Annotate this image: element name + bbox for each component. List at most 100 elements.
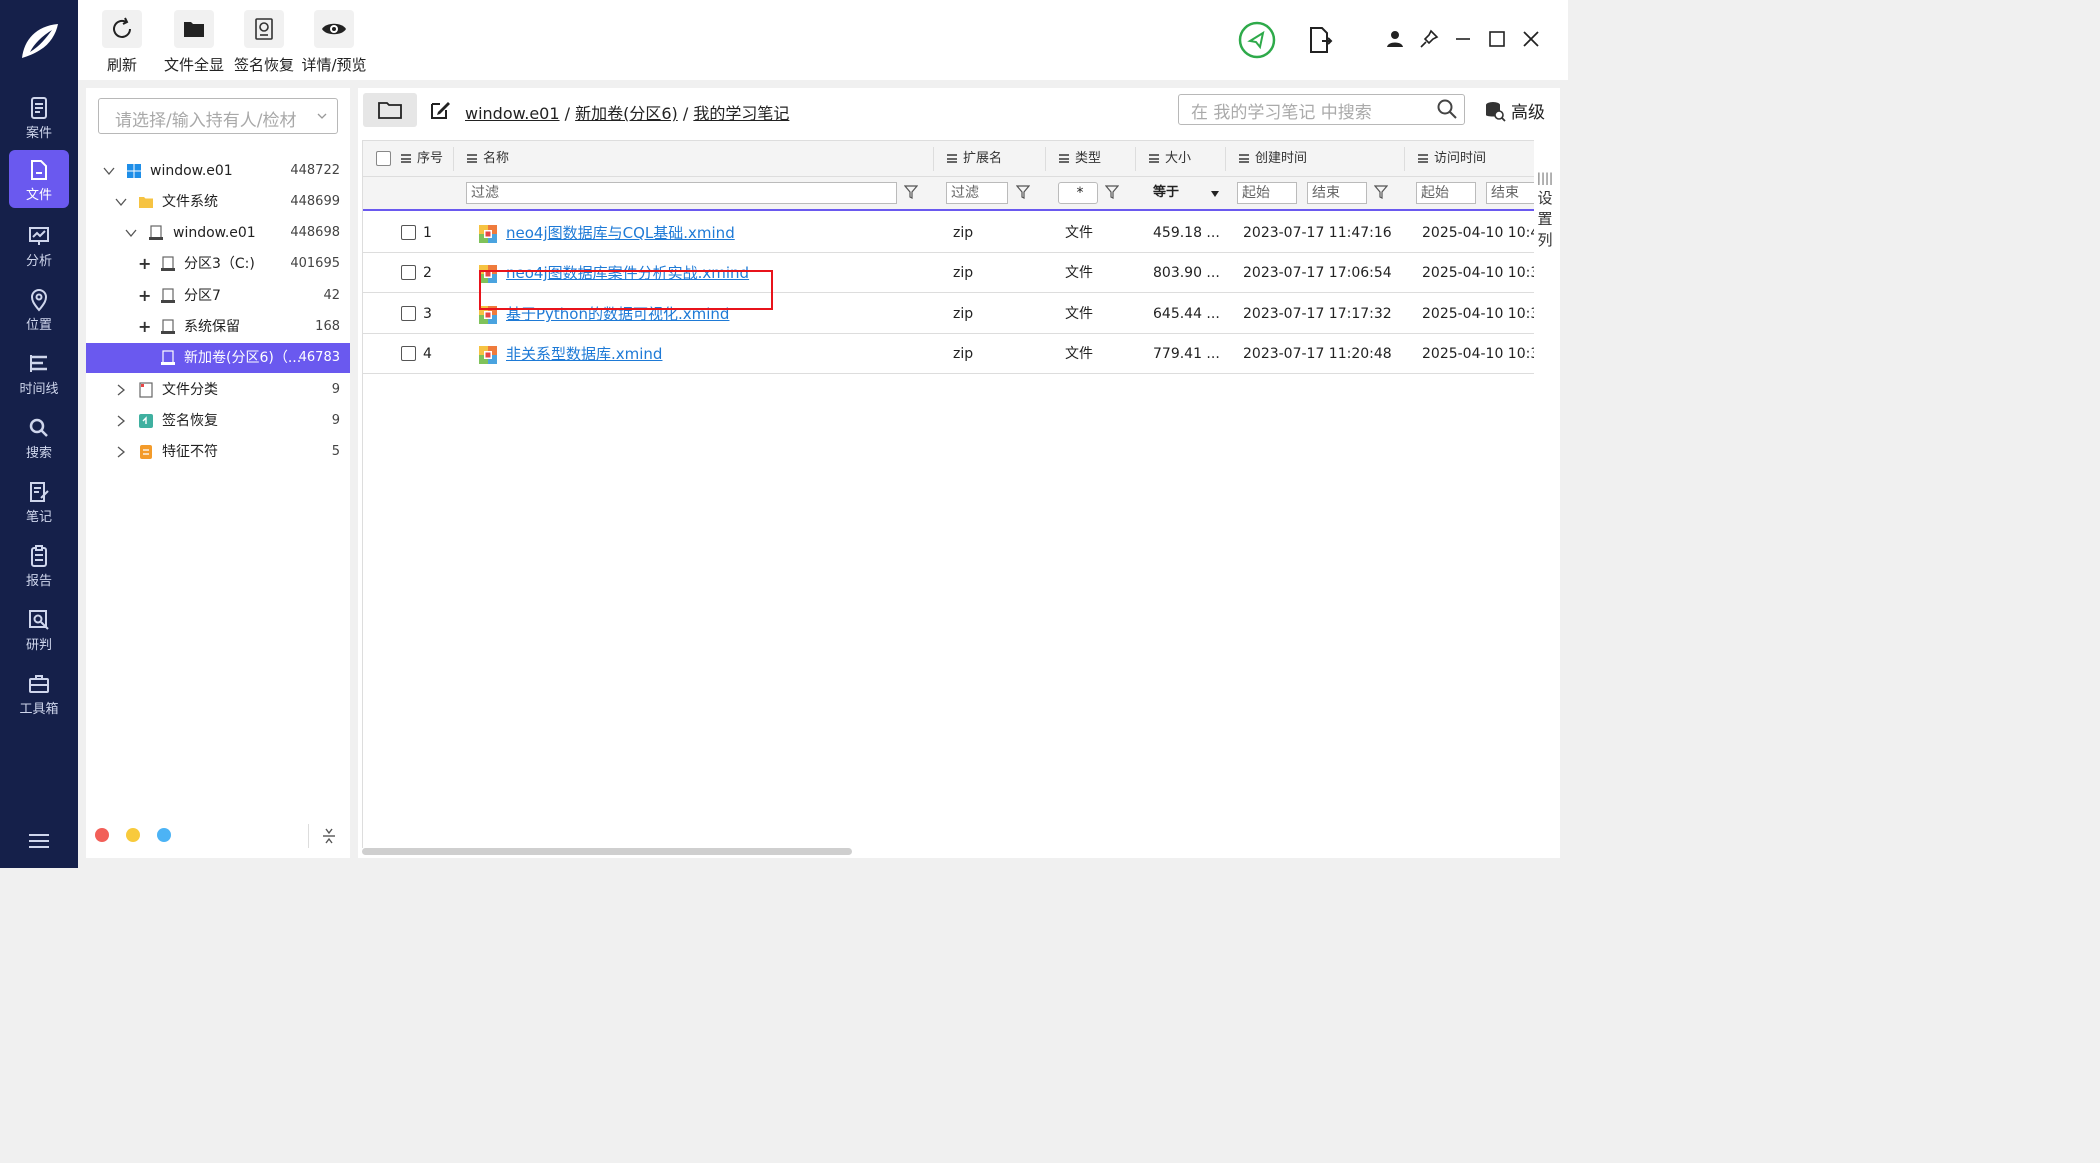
menu-icon[interactable]: [28, 832, 50, 850]
tree-node-label: window.e01: [173, 225, 256, 241]
maximize-icon[interactable]: [1486, 28, 1508, 50]
nav-label: 笔记: [25, 510, 52, 525]
nav-item-search[interactable]: 搜索: [9, 408, 69, 466]
nav-item-case[interactable]: 案件: [9, 88, 69, 146]
tree-node-system-reserved[interactable]: + 系统保留 168: [86, 312, 350, 342]
signature-recover-label: 签名恢复: [233, 56, 294, 74]
filter-icon[interactable]: [1374, 185, 1388, 199]
signature-recover-button[interactable]: 签名恢复: [228, 10, 300, 75]
column-header-ext[interactable]: 扩展名: [947, 141, 1002, 177]
search-icon[interactable]: [1436, 98, 1458, 120]
row-checkbox[interactable]: [401, 225, 416, 240]
nav-item-location[interactable]: 位置: [9, 280, 69, 338]
minimize-icon[interactable]: [1452, 28, 1474, 50]
file-name-link[interactable]: 非关系型数据库.xmind: [506, 345, 662, 363]
show-all-files-button[interactable]: 文件全显: [158, 10, 230, 75]
row-created: 2023-07-17 17:06:54: [1243, 265, 1392, 281]
disk-icon: [161, 256, 175, 271]
expand-plus-icon[interactable]: +: [138, 319, 152, 335]
pin-icon[interactable]: [1418, 28, 1440, 50]
nav-item-file[interactable]: 文件: [9, 150, 69, 208]
column-header-no[interactable]: 序号: [401, 141, 443, 177]
expand-plus-icon[interactable]: +: [138, 256, 152, 272]
expand-plus-icon[interactable]: +: [138, 288, 152, 304]
nav-item-toolbox[interactable]: 工具箱: [9, 664, 69, 722]
access-end-input[interactable]: 结束: [1486, 182, 1534, 204]
timeline-icon: [30, 355, 47, 372]
nav-item-report[interactable]: 报告: [9, 536, 69, 594]
tree-node-disk-window-e01[interactable]: window.e01 448698: [86, 218, 350, 248]
row-checkbox[interactable]: [401, 306, 416, 321]
table-row[interactable]: 4 非关系型数据库.xmind zip 文件 779.41 ... 2023-07-17 …: [363, 334, 1534, 374]
tree-node-window-e01[interactable]: window.e01 448722: [86, 156, 350, 186]
column-divider[interactable]: [1225, 147, 1226, 171]
refresh-label: 刷新: [106, 56, 137, 74]
file-icon: [31, 160, 47, 180]
red-dot-icon[interactable]: [95, 828, 109, 842]
file-name-link[interactable]: neo4j图数据库与CQL基础.xmind: [506, 224, 735, 242]
tree-node-signature-mismatch[interactable]: 特征不符 5: [86, 437, 350, 467]
type-filter-select[interactable]: *: [1058, 182, 1098, 204]
tree-node-file-system[interactable]: 文件系统 448699: [86, 187, 350, 217]
column-divider[interactable]: [1404, 147, 1405, 171]
collapse-all-icon[interactable]: [322, 826, 336, 846]
set-columns-button[interactable]: |||| 设置列: [1536, 168, 1554, 251]
chevron-right-icon[interactable]: [114, 414, 128, 428]
caret-down-icon[interactable]: [1211, 191, 1219, 197]
holder-select-input[interactable]: 请选择/输入持有人/检材: [98, 98, 338, 134]
select-all-checkbox[interactable]: [376, 151, 391, 166]
column-header-size[interactable]: 大小: [1149, 141, 1191, 177]
size-operator-select[interactable]: 等于: [1153, 182, 1179, 204]
tree-node-partition3[interactable]: + 分区3（C:) 401695: [86, 249, 350, 279]
refresh-button[interactable]: 刷新: [100, 10, 144, 75]
row-checkbox[interactable]: [401, 265, 416, 280]
table-row[interactable]: 1 neo4j图数据库与CQL基础.xmind zip 文件 459.18 ... 202…: [363, 213, 1534, 253]
ext-filter-input[interactable]: 过滤: [946, 182, 1008, 204]
close-icon[interactable]: [1520, 28, 1542, 50]
row-checkbox[interactable]: [401, 346, 416, 361]
user-icon[interactable]: [1384, 28, 1406, 50]
edit-path-icon[interactable]: [428, 98, 452, 122]
horizontal-scrollbar[interactable]: [362, 848, 852, 855]
chevron-down-icon[interactable]: [124, 226, 138, 240]
chevron-down-icon[interactable]: [102, 164, 116, 178]
filter-icon[interactable]: [904, 185, 918, 199]
column-divider[interactable]: [1045, 147, 1046, 171]
yellow-dot-icon[interactable]: [126, 828, 140, 842]
tree-node-signature-recover[interactable]: 签名恢复 9: [86, 406, 350, 436]
column-divider[interactable]: [933, 147, 934, 171]
column-header-accessed[interactable]: 访问时间: [1418, 141, 1486, 177]
nav-item-judge[interactable]: 研判: [9, 600, 69, 658]
name-filter-input[interactable]: 过滤: [466, 182, 897, 204]
row-type: 文件: [1065, 306, 1093, 322]
column-divider[interactable]: [1135, 147, 1136, 171]
column-header-type[interactable]: 类型: [1059, 141, 1101, 177]
status-shield-icon[interactable]: [1238, 21, 1276, 59]
breadcrumb-item[interactable]: window.e01: [465, 104, 560, 123]
breadcrumb-item[interactable]: 我的学习笔记: [693, 104, 789, 123]
folder-search-input[interactable]: 在 我的学习笔记 中搜索: [1178, 94, 1465, 125]
column-header-name[interactable]: 名称: [467, 141, 509, 177]
folder-view-button[interactable]: [363, 93, 417, 127]
export-file-icon[interactable]: [1308, 26, 1334, 54]
created-start-input[interactable]: 起始: [1237, 182, 1297, 204]
column-divider[interactable]: [453, 147, 454, 171]
breadcrumb-item[interactable]: 新加卷(分区6): [575, 104, 678, 123]
chevron-right-icon[interactable]: [114, 445, 128, 459]
advanced-search-button[interactable]: 高级: [1484, 98, 1545, 123]
filter-icon[interactable]: [1016, 185, 1030, 199]
blue-dot-icon[interactable]: [157, 828, 171, 842]
detail-preview-button[interactable]: 详情/预览: [298, 10, 370, 75]
nav-item-timeline[interactable]: 时间线: [9, 344, 69, 402]
tree-node-new-volume-partition6[interactable]: 新加卷(分区6)（... 46783: [86, 343, 350, 373]
access-start-input[interactable]: 起始: [1416, 182, 1476, 204]
tree-node-partition7[interactable]: + 分区7 42: [86, 281, 350, 311]
tree-node-file-category[interactable]: 文件分类 9: [86, 375, 350, 405]
chevron-right-icon[interactable]: [114, 383, 128, 397]
filter-icon[interactable]: [1105, 185, 1119, 199]
chevron-down-icon[interactable]: [114, 195, 128, 209]
column-header-created[interactable]: 创建时间: [1239, 141, 1307, 177]
nav-item-note[interactable]: 笔记: [9, 472, 69, 530]
nav-item-analysis[interactable]: 分析: [9, 216, 69, 274]
created-end-input[interactable]: 结束: [1307, 182, 1367, 204]
